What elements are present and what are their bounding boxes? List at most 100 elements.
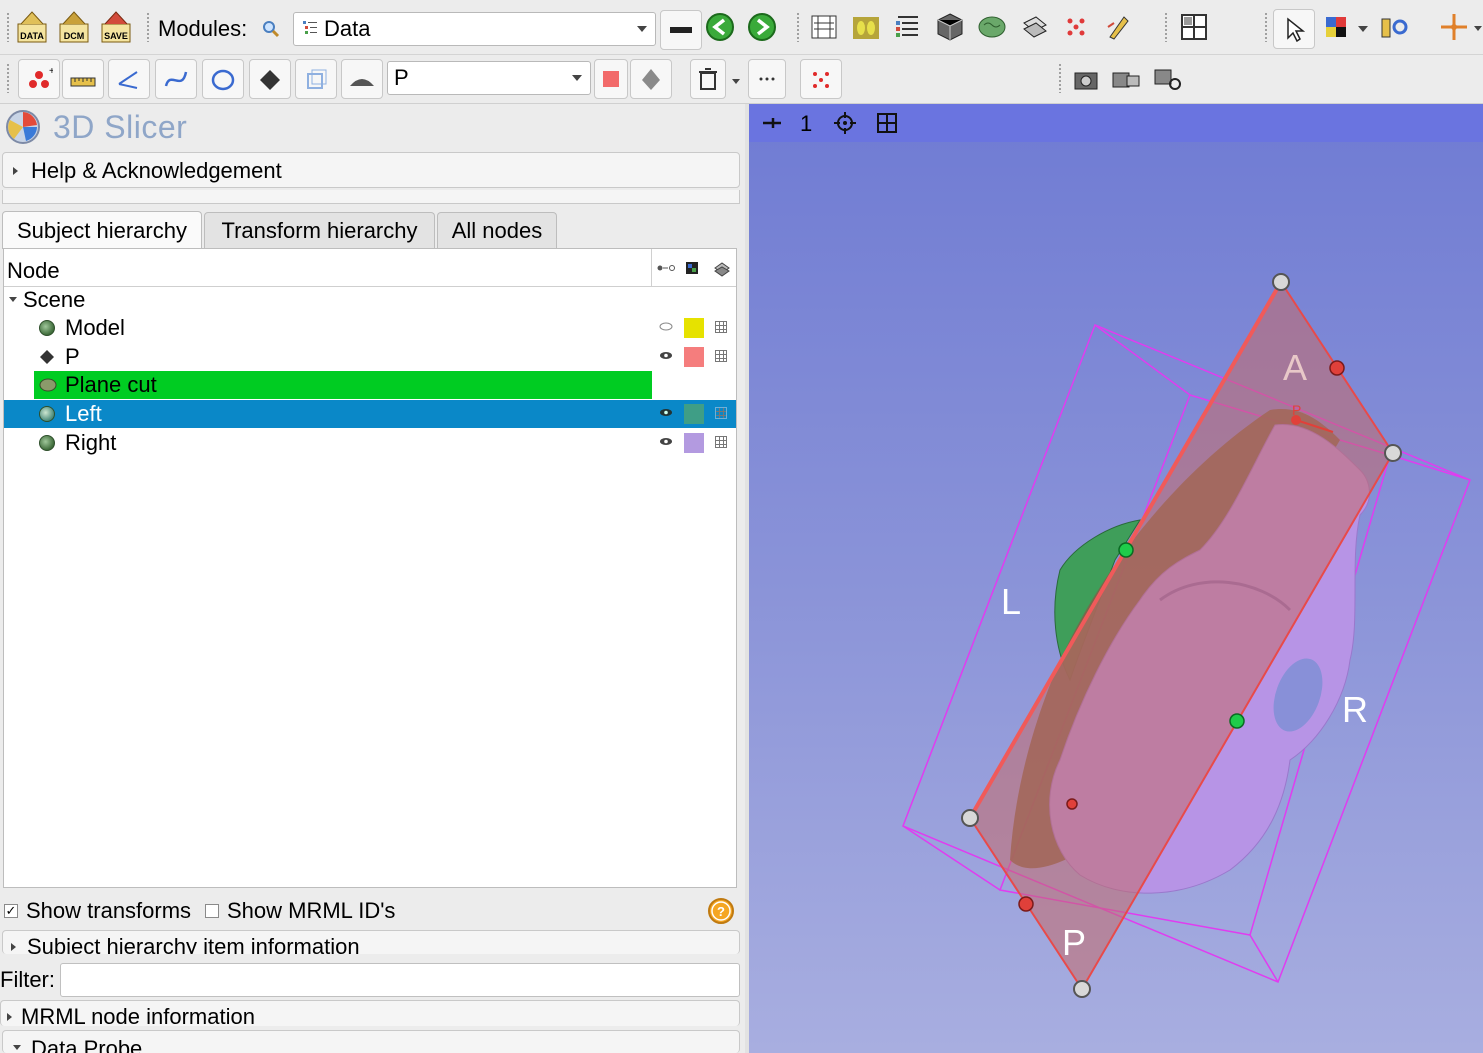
dynamic-modeler-icon	[39, 378, 57, 392]
model-icon	[39, 406, 55, 422]
markup-display-button[interactable]	[630, 59, 672, 99]
forward-button[interactable]	[744, 9, 780, 45]
create-curve-button[interactable]	[155, 59, 197, 99]
dicom-button[interactable]: DCM	[56, 9, 92, 45]
eye-icon[interactable]	[659, 351, 673, 360]
filter-input[interactable]	[60, 963, 740, 997]
grid-icon[interactable]	[715, 407, 727, 419]
tree-row-right[interactable]: Right	[4, 429, 736, 457]
tree-row-p[interactable]: P	[4, 343, 736, 371]
welcome-module-button[interactable]	[806, 9, 842, 45]
color-swatch[interactable]	[684, 433, 704, 453]
toolbar-grip[interactable]	[796, 12, 800, 42]
chevron-down-icon[interactable]	[9, 297, 17, 302]
tree-row-plane-cut[interactable]: Plane cut	[4, 371, 736, 399]
show-mrml-ids-checkbox[interactable]	[205, 904, 219, 918]
more-options-button[interactable]	[748, 59, 786, 99]
select-mode-button[interactable]	[1273, 9, 1315, 49]
eye-icon[interactable]	[659, 437, 673, 446]
tree-row-scene[interactable]: Scene	[4, 286, 736, 314]
data-module-icon	[303, 21, 317, 34]
center-view-icon[interactable]	[833, 111, 857, 135]
create-point-list-button[interactable]: +	[18, 59, 60, 99]
color-swatch[interactable]	[684, 347, 704, 367]
create-roi-button[interactable]	[295, 59, 337, 99]
markup-color-button[interactable]	[594, 59, 628, 99]
help-icon[interactable]: ?	[707, 897, 735, 925]
data-probe-section[interactable]: Data Probe	[2, 1030, 740, 1053]
eye-closed-icon[interactable]	[659, 322, 673, 331]
save-button[interactable]: SAVE	[98, 9, 134, 45]
transform-column-icon[interactable]	[656, 263, 676, 273]
scene-view-button[interactable]	[1108, 61, 1144, 97]
color-swatch[interactable]	[684, 404, 704, 424]
3d-view[interactable]: 1 A L R P P	[749, 104, 1483, 1053]
module-history-button[interactable]	[660, 10, 702, 50]
tree-row-left[interactable]: Left	[4, 400, 736, 428]
place-mode-button[interactable]	[1318, 9, 1354, 45]
pin-icon[interactable]	[761, 115, 783, 131]
subject-item-info-section[interactable]: Subject hierarchy item information	[2, 930, 740, 954]
camera-icon	[1074, 72, 1098, 90]
node-label: P	[65, 344, 80, 369]
label-posterior: P	[1062, 922, 1086, 963]
grid-icon[interactable]	[715, 436, 727, 448]
grid-icon[interactable]	[715, 350, 727, 362]
models-module-button[interactable]	[890, 9, 926, 45]
view-controller-bar: 1	[749, 104, 1483, 142]
volume-rendering-button[interactable]	[932, 9, 968, 45]
toolbar-grip[interactable]	[6, 12, 10, 42]
transforms-module-button[interactable]	[1016, 9, 1052, 45]
screenshot-button[interactable]	[1068, 61, 1104, 97]
eye-icon[interactable]	[659, 408, 673, 417]
grid-icon[interactable]	[715, 321, 727, 333]
tree-row-model[interactable]: Model	[4, 314, 736, 342]
chevron-down-icon[interactable]	[732, 79, 740, 84]
segment-editor-button[interactable]	[974, 9, 1010, 45]
toolbar-grip[interactable]	[1058, 63, 1062, 93]
markups-placement-button[interactable]	[800, 59, 842, 99]
crosshair-button[interactable]	[1436, 9, 1472, 45]
toolbar-grip[interactable]	[146, 12, 150, 42]
crosshair-module-button[interactable]	[1376, 9, 1412, 45]
model-icon	[39, 320, 55, 336]
search-icon[interactable]	[262, 20, 280, 38]
color-swatch[interactable]	[684, 318, 704, 338]
markups-module-button[interactable]	[1058, 9, 1094, 45]
volumes-module-button[interactable]	[848, 9, 884, 45]
load-data-button[interactable]: DATA	[14, 9, 50, 45]
module-selected-label: Data	[324, 16, 371, 41]
create-line-button[interactable]	[62, 59, 104, 99]
create-closed-curve-button[interactable]	[202, 59, 244, 99]
curve-icon	[164, 71, 188, 87]
restore-scene-view-button[interactable]	[1150, 61, 1186, 97]
create-plane-button[interactable]	[249, 59, 291, 99]
tab-transform-hierarchy[interactable]: Transform hierarchy	[204, 212, 435, 248]
create-angle-button[interactable]	[108, 59, 150, 99]
help-section-header[interactable]: Help & Acknowledgement	[2, 152, 740, 188]
tab-all-nodes[interactable]: All nodes	[437, 212, 557, 248]
cube-icon	[937, 13, 963, 41]
layout-button[interactable]	[1176, 9, 1212, 45]
chevron-right-icon	[11, 943, 16, 951]
mrml-info-section[interactable]: MRML node information	[0, 1000, 740, 1026]
tab-subject-hierarchy[interactable]: Subject hierarchy	[2, 211, 202, 249]
toolbar-grip[interactable]	[1164, 12, 1168, 42]
sequences-module-button[interactable]	[1100, 9, 1136, 45]
delete-button[interactable]	[690, 59, 726, 99]
3d-scene[interactable]: A L R P P	[749, 142, 1483, 1053]
markup-node-selector[interactable]: P	[387, 61, 591, 95]
toolbar-grip[interactable]	[6, 63, 10, 93]
chevron-down-icon[interactable]	[1474, 26, 1482, 31]
visibility-column-icon[interactable]	[713, 260, 731, 278]
subject-hierarchy-tree[interactable]: Node Scene Model P Plane cut Left Right	[3, 248, 737, 888]
show-transforms-checkbox[interactable]: ✓	[4, 904, 18, 918]
create-surface-button[interactable]	[341, 59, 383, 99]
main-toolbar: DATA DCM SAVE Modules: Data	[0, 0, 1483, 55]
toolbar-grip[interactable]	[1264, 12, 1268, 42]
module-selector[interactable]: Data	[293, 12, 656, 46]
chevron-down-icon[interactable]	[1358, 26, 1368, 32]
layout-grid-icon[interactable]	[876, 112, 898, 134]
back-button[interactable]	[702, 9, 738, 45]
color-column-icon[interactable]	[685, 261, 699, 275]
